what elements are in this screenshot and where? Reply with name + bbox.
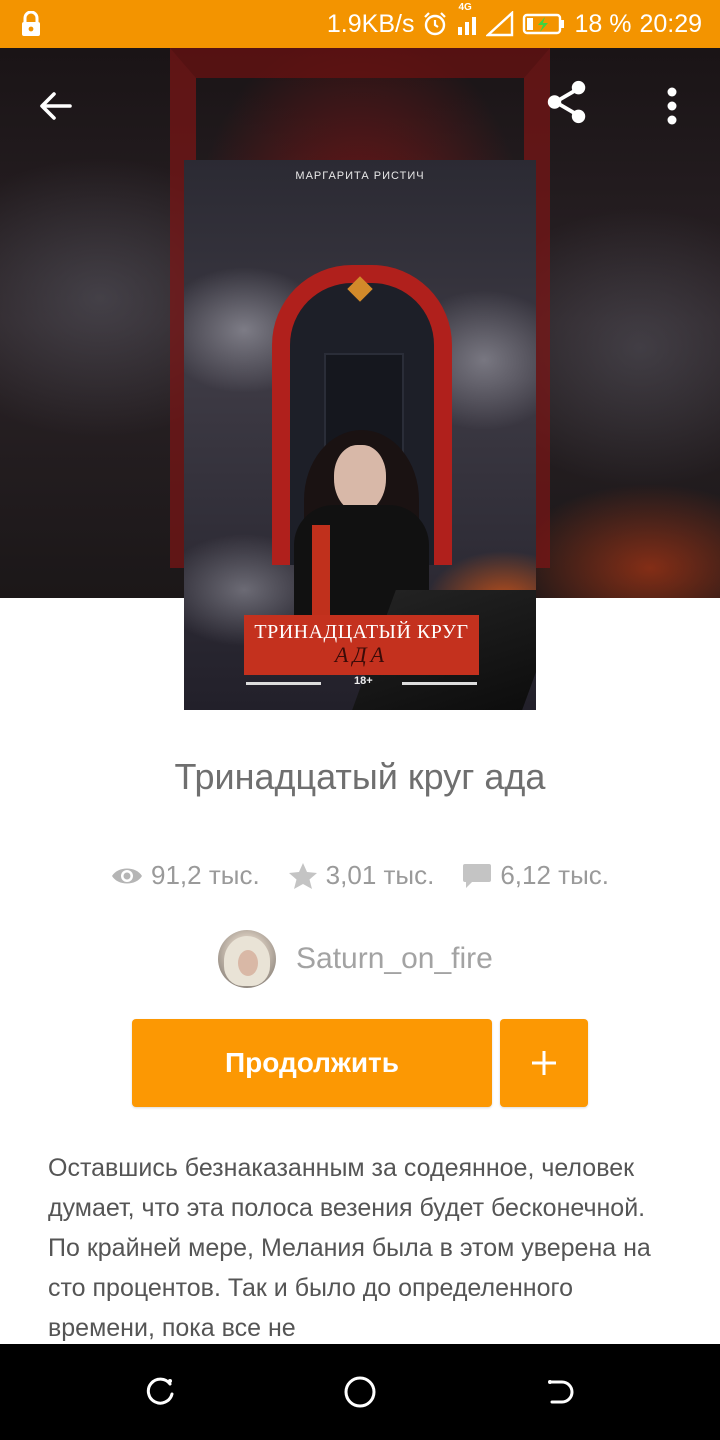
share-icon: [547, 80, 586, 124]
more-vertical-icon: [667, 87, 677, 125]
cover-title-line1: ТРИНАДЦАТЫЙ КРУГ: [254, 621, 469, 643]
add-to-library-button[interactable]: [500, 1019, 588, 1107]
avatar: [218, 930, 276, 988]
cover-author: МАРГАРИТА РИСТИЧ: [295, 170, 425, 182]
comments-stat: 6,12 тыс.: [462, 860, 609, 891]
author-name: Saturn_on_fire: [296, 942, 493, 975]
clock: 20:29: [639, 9, 702, 38]
book-title: Тринадцатый круг ада: [174, 756, 546, 797]
cell-signal-icon: [486, 11, 514, 37]
lock-icon: [20, 10, 42, 42]
system-back-icon: [548, 1380, 574, 1404]
stars-count: 3,01 тыс.: [325, 860, 435, 890]
star-icon: [288, 862, 317, 889]
book-stats: 91,2 тыс. 3,01 тыс. 6,12 тыс.: [0, 860, 720, 891]
cover-figure-face: [334, 445, 386, 513]
recent-apps-icon: [146, 1377, 174, 1405]
comments-count: 6,12 тыс.: [500, 860, 609, 890]
author-link[interactable]: Saturn_on_fire: [218, 930, 493, 988]
system-nav-bar: [0, 1344, 720, 1440]
battery-level: 18 %: [574, 9, 632, 38]
network-speed: 1.9KB/s: [326, 9, 415, 38]
battery-charging-icon: [522, 12, 566, 36]
share-button[interactable]: [543, 78, 591, 126]
book-description: Оставшись безнаказанным за содеянное, че…: [48, 1154, 651, 1342]
back-button[interactable]: [32, 82, 80, 130]
eye-icon: [112, 868, 143, 883]
more-options-button[interactable]: [648, 82, 696, 130]
signal-4g-icon: 4G: [456, 2, 478, 37]
arrow-left-icon: [40, 92, 72, 120]
cover-title-box: ТРИНАДЦАТЫЙ КРУГ АДА: [244, 615, 479, 675]
recent-apps-button[interactable]: [138, 1370, 182, 1414]
home-circle-icon: [344, 1376, 376, 1408]
views-count: 91,2 тыс.: [151, 860, 260, 890]
book-cover[interactable]: МАРГАРИТА РИСТИЧ ТРИНАДЦАТЫЙ КРУГ АДА 18…: [184, 160, 536, 710]
continue-reading-button[interactable]: Продолжить: [132, 1019, 492, 1107]
cover-title-line2: АДА: [334, 642, 389, 667]
plus-icon: [532, 1051, 556, 1075]
alarm-icon: [422, 11, 448, 37]
home-button[interactable]: [338, 1370, 382, 1414]
comment-icon: [463, 863, 492, 888]
system-back-button[interactable]: [538, 1370, 582, 1414]
cover-age-rating: 18+: [354, 675, 373, 687]
views-stat: 91,2 тыс.: [111, 860, 260, 891]
stars-stat: 3,01 тыс.: [288, 860, 435, 891]
status-bar: 1.9KB/s 4G 18 % 20:29: [0, 0, 720, 48]
